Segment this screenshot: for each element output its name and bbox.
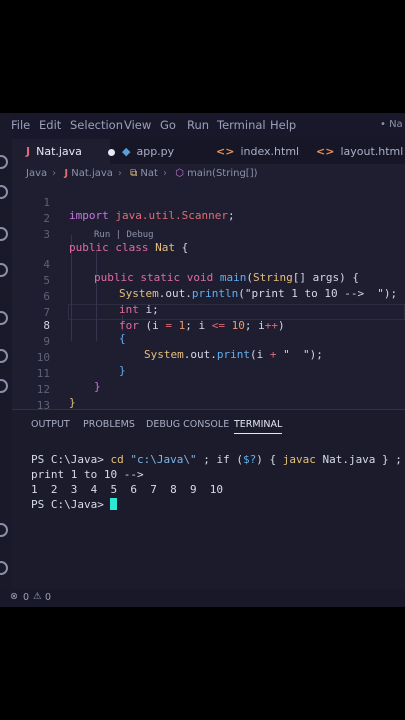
menu-run[interactable]: Run — [187, 118, 209, 132]
code-line-12: 12 } — [12, 370, 405, 409]
activity-bar — [0, 113, 12, 607]
tab-label: index.html — [240, 145, 300, 158]
unsaved-dot-icon[interactable] — [107, 148, 115, 156]
class-icon: ⧉ — [130, 168, 138, 179]
tab-problems[interactable]: PROBLEMS — [83, 419, 135, 430]
terminal-line: PS C:\Java> cd "c:\Java\" ; if ($?) { ja… — [31, 453, 405, 466]
settings-gear-icon[interactable] — [0, 561, 8, 575]
terminal-token: Nat.java } ; if ($? — [322, 453, 402, 466]
editor-window: File Edit Selection View Go Run Terminal… — [0, 113, 405, 607]
menu-view[interactable]: View — [124, 118, 151, 132]
terminal-output-line: print 1 to 10 --> — [31, 468, 144, 481]
code-editor[interactable]: 1 import java.util.Scanner; 2 3 public c… — [12, 183, 405, 412]
menu-bar: File Edit Selection View Go Run Terminal… — [0, 113, 405, 139]
menu-go[interactable]: Go — [160, 118, 176, 132]
terminal-token: ) { — [256, 453, 283, 466]
python-file-icon: ◆ — [122, 145, 131, 158]
source-control-icon[interactable] — [0, 227, 8, 241]
terminal-input-line[interactable]: PS C:\Java> — [31, 498, 118, 511]
code-line-4: 4 public static void main(String[] args)… — [12, 245, 405, 284]
error-count[interactable]: 0 — [23, 592, 29, 603]
breadcrumb-folder[interactable]: Java — [26, 168, 47, 179]
code-line-11: 11 } — [12, 354, 405, 393]
code-line-13: 13 — [12, 386, 405, 412]
line-number: 3 — [43, 228, 50, 241]
menu-terminal[interactable]: Terminal — [217, 118, 266, 132]
tab-layout-html[interactable]: <> layout.html — [316, 139, 403, 164]
terminal-token: cd — [110, 453, 124, 466]
codelens-run-debug[interactable]: Run | Debug — [94, 230, 154, 240]
tab-label: layout.html — [340, 145, 404, 158]
html-file-icon: <> — [216, 145, 235, 158]
tab-label: Nat.java — [36, 145, 82, 158]
terminal-token: "c:\Java\" — [123, 453, 197, 466]
tab-nat-java[interactable]: J Nat.java — [12, 139, 115, 164]
code-line-6: 6 int i; — [12, 277, 405, 316]
menu-file[interactable]: File — [11, 118, 30, 132]
remote-icon[interactable] — [0, 349, 8, 363]
terminal-prompt: PS C:\Java> — [31, 453, 111, 466]
search-icon[interactable] — [0, 185, 8, 199]
menu-edit[interactable]: Edit — [39, 118, 61, 132]
warning-icon[interactable]: ⚠ — [33, 591, 42, 602]
breadcrumb-method[interactable]: main(String[]) — [187, 168, 257, 179]
breadcrumb-file[interactable]: Nat.java — [71, 168, 113, 179]
tab-bar: J Nat.java ◆ app.py <> index.html <> layout.… — [12, 139, 405, 164]
terminal-token: $? — [242, 453, 257, 466]
method-icon: ⬡ — [175, 168, 184, 179]
tab-output[interactable]: OUTPUT — [31, 419, 70, 430]
terminal-token: javac — [282, 453, 316, 466]
tab-debug-console[interactable]: DEBUG CONSOLE — [146, 419, 229, 430]
code-line-9: 9 System.out.print(i + " "); — [12, 322, 405, 361]
code-line-2: 2 — [12, 199, 405, 225]
code-line-10: 10 } — [12, 338, 405, 377]
bottom-panel: OUTPUT PROBLEMS DEBUG CONSOLE TERMINAL P… — [12, 409, 405, 590]
breadcrumb-class[interactable]: Nat — [140, 168, 158, 179]
terminal-token: ; if ( — [196, 453, 243, 466]
explorer-icon[interactable] — [0, 155, 8, 169]
code-line-3: 3 public class Nat { — [12, 215, 405, 254]
breadcrumb: Java › J Nat.java › ⧉ Nat › ⬡ main(String[]… — [26, 168, 258, 179]
code-line-1: 1 import java.util.Scanner; — [12, 183, 405, 222]
menu-selection[interactable]: Selection — [70, 118, 123, 132]
java-file-icon: J — [64, 168, 69, 179]
java-file-icon: J — [26, 145, 31, 158]
code-line-5: 5 System.out.println("print 1 to 10 --> … — [12, 261, 405, 300]
code-line-8: 8 { — [12, 306, 405, 345]
testing-icon[interactable] — [0, 379, 8, 393]
status-bar: ⊗ 0 ⚠ 0 — [0, 589, 405, 607]
run-debug-icon[interactable] — [0, 263, 8, 277]
extensions-icon[interactable] — [0, 311, 8, 325]
tab-label: app.py — [136, 145, 175, 158]
error-icon[interactable]: ⊗ — [10, 591, 18, 602]
terminal-cursor — [110, 498, 118, 510]
window-title: • Na — [380, 119, 403, 130]
terminal-prompt: PS C:\Java> — [31, 498, 111, 511]
tab-app-py[interactable]: ◆ app.py — [122, 139, 174, 164]
tab-index-html[interactable]: <> index.html — [216, 139, 299, 164]
menu-help[interactable]: Help — [270, 118, 296, 132]
terminal-output-line: 1 2 3 4 5 6 7 8 9 10 — [31, 483, 224, 496]
account-icon[interactable] — [0, 523, 8, 537]
html-file-icon: <> — [316, 145, 335, 158]
warning-count[interactable]: 0 — [45, 592, 51, 603]
tab-terminal[interactable]: TERMINAL — [234, 419, 283, 434]
